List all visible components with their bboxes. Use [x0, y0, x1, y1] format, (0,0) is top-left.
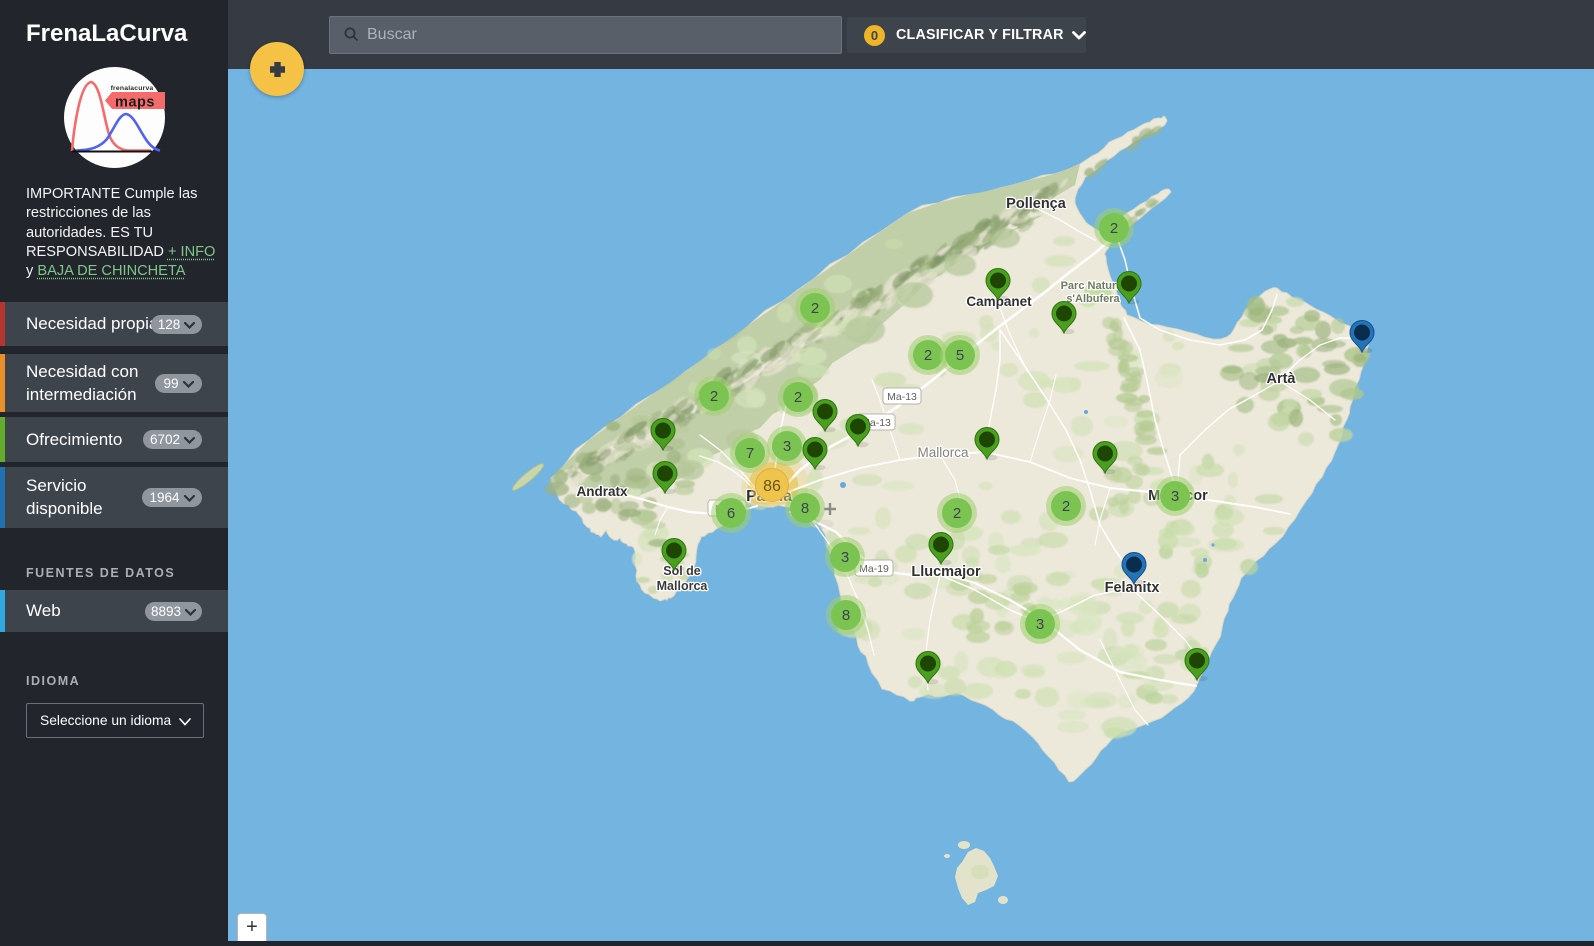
svg-text:Mallorca: Mallorca [917, 445, 969, 460]
svg-text:2: 2 [924, 347, 932, 364]
svg-text:Parc Natural: Parc Natural [1061, 280, 1126, 292]
svg-text:2: 2 [1062, 498, 1070, 515]
svg-text:6: 6 [727, 505, 735, 522]
svg-text:8: 8 [842, 607, 850, 624]
svg-text:Llucmajor: Llucmajor [911, 564, 981, 580]
svg-text:Sol de: Sol de [663, 564, 701, 578]
svg-text:Artà: Artà [1266, 371, 1296, 387]
svg-text:3: 3 [841, 549, 849, 566]
svg-text:Mallorca: Mallorca [657, 579, 709, 593]
svg-text:2: 2 [953, 505, 961, 522]
svg-text:7: 7 [746, 445, 754, 462]
svg-text:frenalacurva: frenalacurva [111, 85, 154, 92]
svg-text:Ma-13: Ma-13 [887, 391, 917, 403]
svg-text:3: 3 [1171, 488, 1179, 505]
svg-text:3: 3 [783, 438, 791, 455]
svg-text:2: 2 [794, 389, 802, 406]
svg-text:2: 2 [1110, 220, 1118, 237]
svg-text:5: 5 [956, 347, 964, 364]
svg-text:8: 8 [801, 500, 809, 517]
svg-text:Pollença: Pollença [1006, 196, 1067, 212]
svg-text:s'Albufera: s'Albufera [1066, 293, 1120, 305]
svg-text:2: 2 [811, 300, 819, 317]
svg-text:Ma-19: Ma-19 [859, 563, 889, 575]
svg-text:2: 2 [710, 388, 718, 405]
svg-text:3: 3 [1036, 616, 1044, 633]
svg-text:86: 86 [763, 478, 781, 495]
svg-text:maps: maps [115, 95, 155, 111]
svg-text:Andratx: Andratx [576, 484, 627, 499]
